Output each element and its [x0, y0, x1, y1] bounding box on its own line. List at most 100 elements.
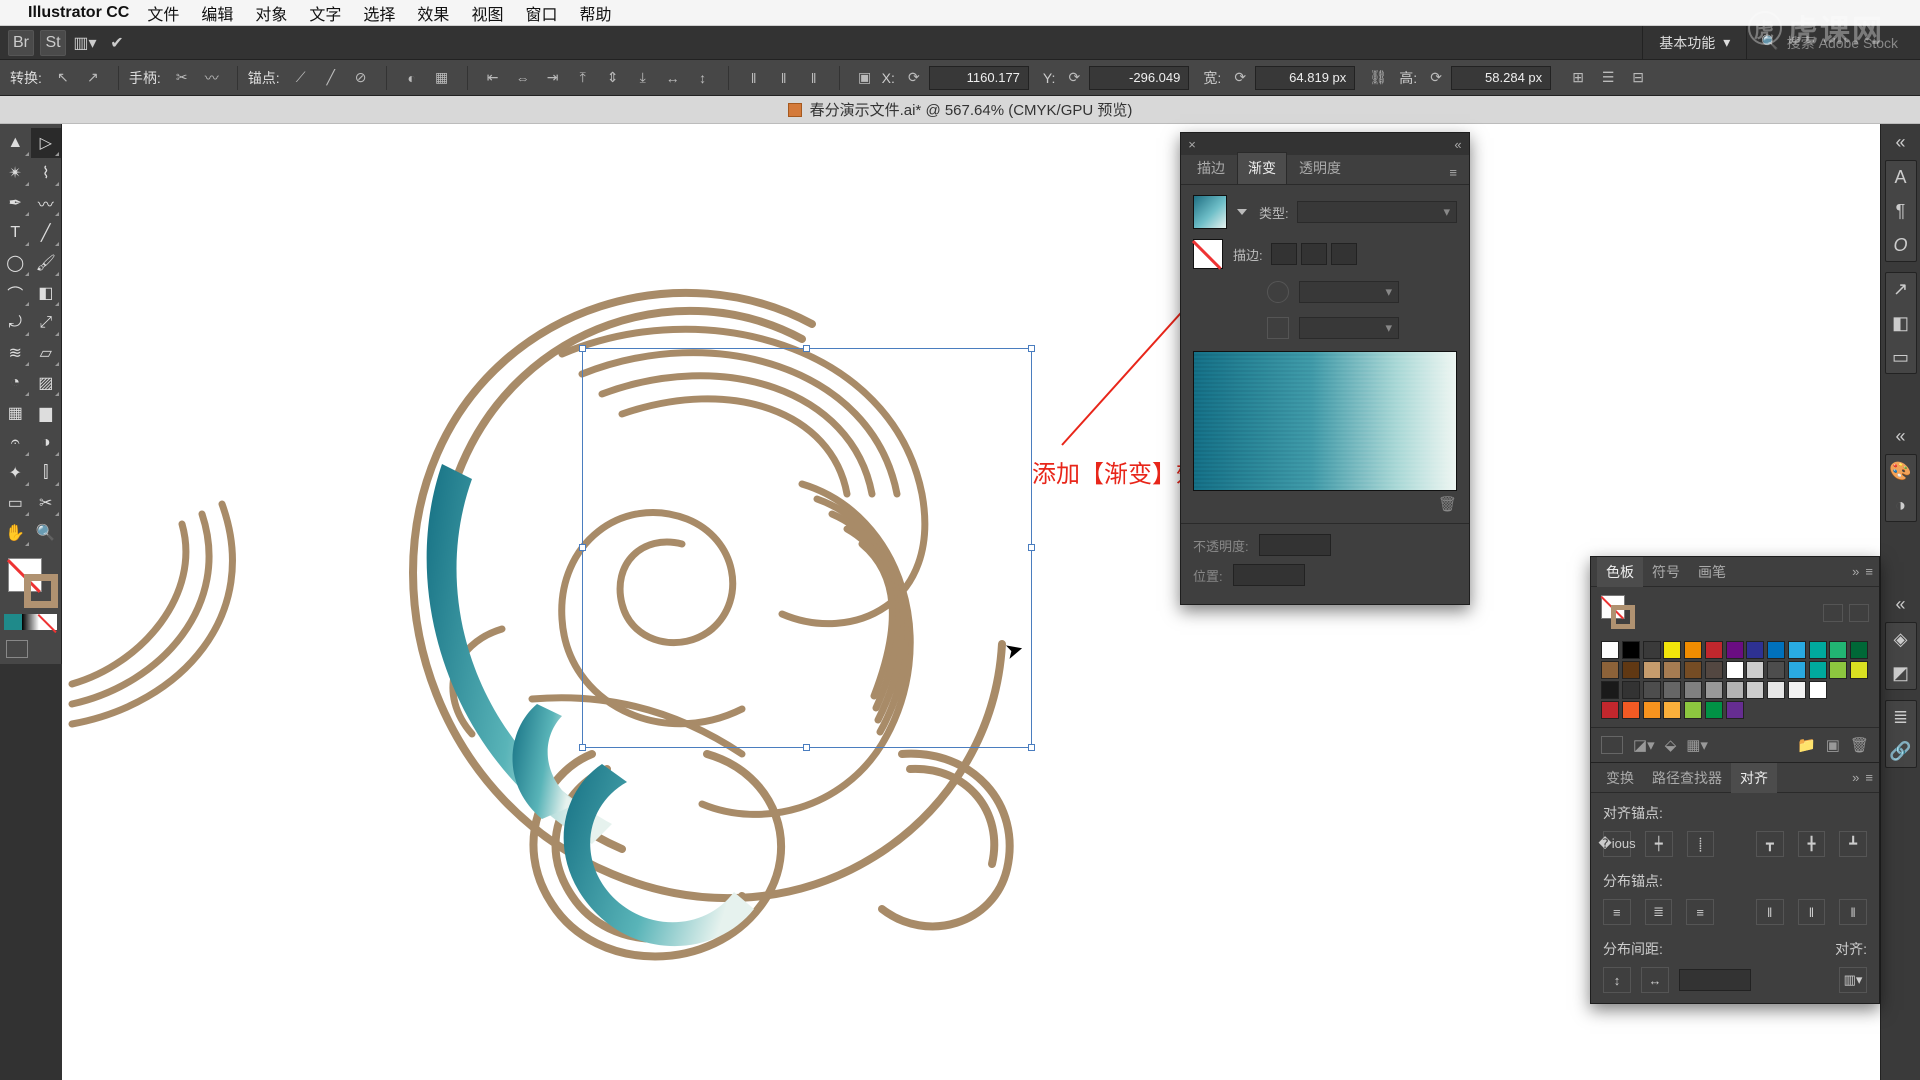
- w-stepper-icon[interactable]: ⟳: [1228, 66, 1252, 90]
- swatch-cell[interactable]: [1663, 661, 1681, 679]
- h-field[interactable]: 58.284 px: [1451, 66, 1551, 90]
- menu-select[interactable]: 选择: [363, 1, 395, 25]
- stroke-grad-within-icon[interactable]: [1271, 243, 1297, 265]
- swatch-newgroup-icon[interactable]: 📁: [1797, 736, 1816, 754]
- layers-panel-icon[interactable]: ≣: [1889, 705, 1913, 729]
- menu-type[interactable]: 文字: [309, 1, 341, 25]
- angle-field[interactable]: ▾: [1299, 281, 1399, 303]
- panel-menu3-icon[interactable]: ≡: [1865, 770, 1873, 785]
- brush-tool[interactable]: 🖌: [31, 248, 62, 278]
- swatch-cell[interactable]: [1726, 661, 1744, 679]
- vdist1-icon[interactable]: ‖: [742, 66, 766, 90]
- swatch-cell[interactable]: [1726, 681, 1744, 699]
- artboard-tool[interactable]: ▭: [0, 488, 31, 518]
- swatch-cell[interactable]: [1767, 661, 1785, 679]
- delete-stop-icon[interactable]: 🗑: [1438, 495, 1457, 513]
- h-stepper-icon[interactable]: ⟳: [1424, 66, 1448, 90]
- graph-tool[interactable]: ⫿: [31, 458, 62, 488]
- swatch-cell[interactable]: [1746, 681, 1764, 699]
- tab-transparency[interactable]: 透明度: [1289, 153, 1351, 184]
- swatch-cell[interactable]: [1601, 681, 1619, 699]
- opacity-field[interactable]: [1259, 534, 1331, 556]
- menu-window[interactable]: 窗口: [525, 1, 557, 25]
- gradient-swatch[interactable]: [1193, 195, 1227, 229]
- swatch-cell[interactable]: [1684, 641, 1702, 659]
- app-name[interactable]: Illustrator CC: [28, 4, 129, 22]
- swatch-cell[interactable]: [1726, 641, 1744, 659]
- search-field[interactable]: 🔍 搜索 Adobe Stock: [1746, 26, 1912, 59]
- swatch-cell[interactable]: [1726, 701, 1744, 719]
- dist-hcenter-button[interactable]: ‖: [1798, 899, 1826, 925]
- stroke-none-swatch[interactable]: [1193, 239, 1223, 269]
- swatch-cell[interactable]: [1705, 681, 1723, 699]
- align-vcenter-button[interactable]: ╋: [1798, 831, 1826, 857]
- swatch-cell[interactable]: [1601, 661, 1619, 679]
- gradient-panel[interactable]: × « 描边 渐变 透明度 ≡ 类型: ▾ 描边:: [1180, 132, 1470, 605]
- menu-edit[interactable]: 编辑: [201, 1, 233, 25]
- links-panel-icon[interactable]: 🔗: [1889, 739, 1913, 763]
- w-field[interactable]: 64.819 px: [1255, 66, 1355, 90]
- menu-file[interactable]: 文件: [147, 1, 179, 25]
- menu-object[interactable]: 对象: [255, 1, 287, 25]
- scale-tool[interactable]: ⤢: [31, 308, 62, 338]
- dist-h-icon[interactable]: ↔: [661, 66, 685, 90]
- tab-gradient[interactable]: 渐变: [1237, 152, 1287, 184]
- swatch-cell[interactable]: [1705, 701, 1723, 719]
- swatch-delete-icon[interactable]: 🗑: [1850, 736, 1869, 754]
- shape-mode-icon[interactable]: ⊞: [1566, 66, 1590, 90]
- swatch-cell[interactable]: [1705, 641, 1723, 659]
- menu-view[interactable]: 视图: [471, 1, 503, 25]
- swatch-cell[interactable]: [1622, 681, 1640, 699]
- document-title[interactable]: 春分演示文件.ai* @ 567.64% (CMYK/GPU 预览): [810, 99, 1133, 120]
- menu-effect[interactable]: 效果: [417, 1, 449, 25]
- convert-point-icon[interactable]: ↖: [51, 66, 75, 90]
- swatch-cell[interactable]: [1850, 661, 1868, 679]
- symbol-sprayer-tool[interactable]: ✦: [0, 458, 31, 488]
- swatch-cell[interactable]: [1746, 641, 1764, 659]
- y-field[interactable]: -296.049: [1089, 66, 1189, 90]
- align-panel-icon[interactable]: ☰: [1596, 66, 1620, 90]
- swatch-cell[interactable]: [1767, 681, 1785, 699]
- gradient-preview[interactable]: [1193, 351, 1457, 491]
- slice-tool[interactable]: ✂: [31, 488, 62, 518]
- swatch-cell[interactable]: [1643, 681, 1661, 699]
- hand-tool[interactable]: ✋: [0, 518, 31, 548]
- swatch-cell[interactable]: [1850, 641, 1868, 659]
- swatch-list-view-icon[interactable]: [1823, 604, 1843, 622]
- swatch-cell[interactable]: [1663, 641, 1681, 659]
- swatch-cell[interactable]: [1601, 701, 1619, 719]
- swatch-cell[interactable]: [1663, 681, 1681, 699]
- direct-selection-tool[interactable]: ▷: [31, 128, 62, 158]
- selection-tool[interactable]: ▲: [0, 128, 31, 158]
- asset-panel-icon[interactable]: ◧: [1889, 311, 1913, 335]
- swatch-kind-menu-icon[interactable]: ◪▾: [1633, 736, 1655, 754]
- line-tool[interactable]: ╱: [31, 218, 62, 248]
- fill-stroke-indicator[interactable]: [0, 554, 62, 610]
- swatch-cell[interactable]: [1622, 641, 1640, 659]
- swatch-cell[interactable]: [1829, 661, 1847, 679]
- panel-collapse3-icon[interactable]: »: [1852, 770, 1859, 785]
- swatch-fillstroke[interactable]: [1601, 595, 1637, 631]
- dist-top-button[interactable]: ≡: [1603, 899, 1631, 925]
- free-transform-tool[interactable]: ▱: [31, 338, 62, 368]
- magic-wand-tool[interactable]: ✴: [0, 158, 31, 188]
- stroke-grad-across-icon[interactable]: [1331, 243, 1357, 265]
- location-field[interactable]: [1233, 564, 1305, 586]
- appearance-panel-icon[interactable]: ◈: [1889, 627, 1913, 651]
- swatch-cell[interactable]: [1643, 661, 1661, 679]
- arrange-docs-icon[interactable]: ▥▾: [72, 30, 98, 56]
- anchor-cut-icon[interactable]: ⊘: [349, 66, 373, 90]
- ref-point-icon[interactable]: ▣: [853, 66, 877, 90]
- swatch-cell[interactable]: [1788, 681, 1806, 699]
- panel-close-icon[interactable]: ×: [1181, 137, 1203, 152]
- menu-help[interactable]: 帮助: [579, 1, 611, 25]
- type-tool[interactable]: T: [0, 218, 31, 248]
- shape-builder-tool[interactable]: ◔: [0, 368, 31, 398]
- panel-menu-icon[interactable]: ≡: [1443, 161, 1463, 184]
- gpu-icon[interactable]: ✔: [104, 30, 130, 56]
- color-mode-row[interactable]: [0, 614, 61, 630]
- align-hcenter-button[interactable]: ┿: [1645, 831, 1673, 857]
- isolate-icon[interactable]: ◐: [400, 66, 424, 90]
- align-top-button[interactable]: ┳: [1756, 831, 1784, 857]
- convert-point2-icon[interactable]: ↗: [81, 66, 105, 90]
